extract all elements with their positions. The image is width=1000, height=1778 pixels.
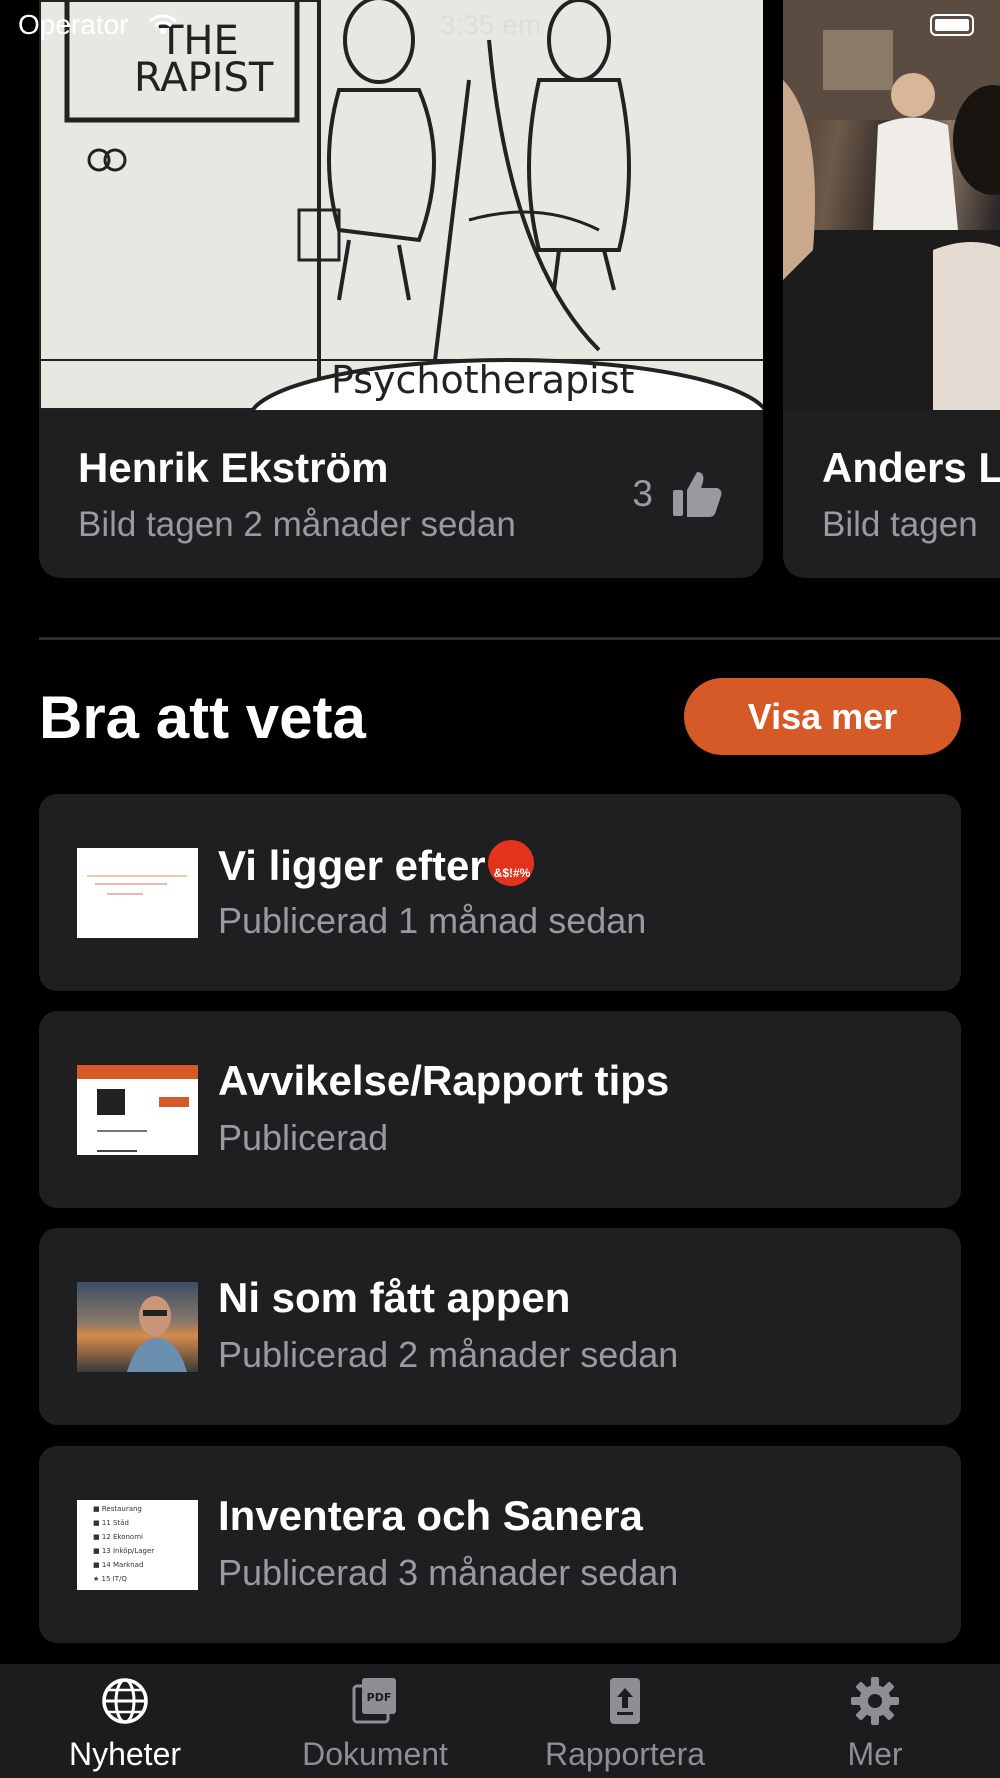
globe-icon [102,1678,148,1724]
item-title: Inventera och Sanera [218,1492,643,1539]
svg-text:PDF: PDF [367,1691,392,1704]
photo-meta: Bild tagen [822,505,978,544]
thumb-folder-line: ■ 14 Marknad [93,1561,144,1569]
item-subtitle: Publicerad [218,1117,389,1158]
item-title: Ni som fått appen [218,1274,571,1321]
emoji-symbols: &$!#% [493,866,531,880]
thumb-folder-line: ■ Restaurang [93,1505,142,1513]
tab-dokument[interactable]: PDF Dokument [250,1664,500,1778]
carrier-label: Operator [18,9,129,40]
tab-nyheter[interactable]: Nyheter [0,1664,250,1778]
list-item[interactable]: Vi ligger efter &$!#% Publicerad 1 månad … [39,794,961,991]
angry-face-icon: &$!#% [487,840,534,886]
tab-mer[interactable]: Mer [750,1664,1000,1778]
wifi-icon [149,14,177,34]
tab-rapportera[interactable]: Rapportera [500,1664,750,1778]
tab-label: Rapportera [544,1736,706,1772]
thumb-folder-line: ■ 11 Städ [93,1519,129,1527]
like-count: 3 [632,473,653,514]
photo-illustration [783,0,1000,410]
tab-label: Nyheter [68,1736,182,1772]
show-more-button[interactable]: Visa mer [684,678,961,755]
photo-card[interactable]: THE RAPIST Psychotherapist Henrik Ekströ… [39,0,763,578]
thumbs-up-icon[interactable] [671,470,723,518]
section-divider [39,637,1000,640]
kitchen-photo [783,0,1000,410]
cartoon-image: THE RAPIST Psychotherapist [39,0,763,410]
section-title: Bra att veta [39,684,366,751]
item-subtitle: Publicerad 2 månader sedan [218,1334,679,1375]
clock: 3:35 em [440,9,542,40]
item-title: Vi ligger efter &$!#% [218,840,534,890]
item-subtitle: Publicerad 3 månader sedan [218,1552,679,1593]
status-bar: Operator 3:35 em [0,0,1000,50]
item-subtitle: Publicerad 1 månad sedan [218,900,647,941]
list-item[interactable]: Avvikelse/Rapport tips Publicerad [39,1011,961,1208]
like-counter[interactable]: 3 [632,470,723,518]
photo-meta: Bild tagen 2 månader sedan [78,505,516,544]
item-title: Avvikelse/Rapport tips [218,1057,670,1104]
thumb-folder-line: ■ 13 Inköp/Lager [93,1547,155,1555]
upload-icon [610,1678,640,1724]
list-item[interactable]: ■ Restaurang ■ 11 Städ ■ 12 Ekonomi ■ 13… [39,1446,961,1643]
cartoon-caption-2: RAPIST [134,55,274,101]
gear-icon [851,1677,899,1725]
tab-label: Mer [847,1736,903,1772]
thumb-folder-line: ■ 12 Ekonomi [93,1533,143,1541]
item-thumbnail [77,1282,198,1372]
item-thumbnail [77,848,198,938]
tab-label: Dokument [302,1736,448,1772]
item-thumbnail: ■ Restaurang ■ 11 Städ ■ 12 Ekonomi ■ 13… [77,1500,198,1590]
pdf-icon: PDF [352,1678,396,1724]
author-name: Anders L [822,444,1000,491]
item-thumbnail [77,1065,198,1155]
author-name: Henrik Ekström [78,444,389,491]
cartoon-caption-3: Psychotherapist [331,358,635,402]
thumb-folder-line: ★ 15 IT/Q [93,1575,127,1583]
list-item[interactable]: Ni som fått appen Publicerad 2 månader s… [39,1228,961,1425]
photo-card[interactable]: Anders L Bild tagen [783,0,1000,578]
battery-icon [930,14,974,36]
tab-bar: Nyheter PDF Dokument Rapportera Mer [0,1664,1000,1778]
